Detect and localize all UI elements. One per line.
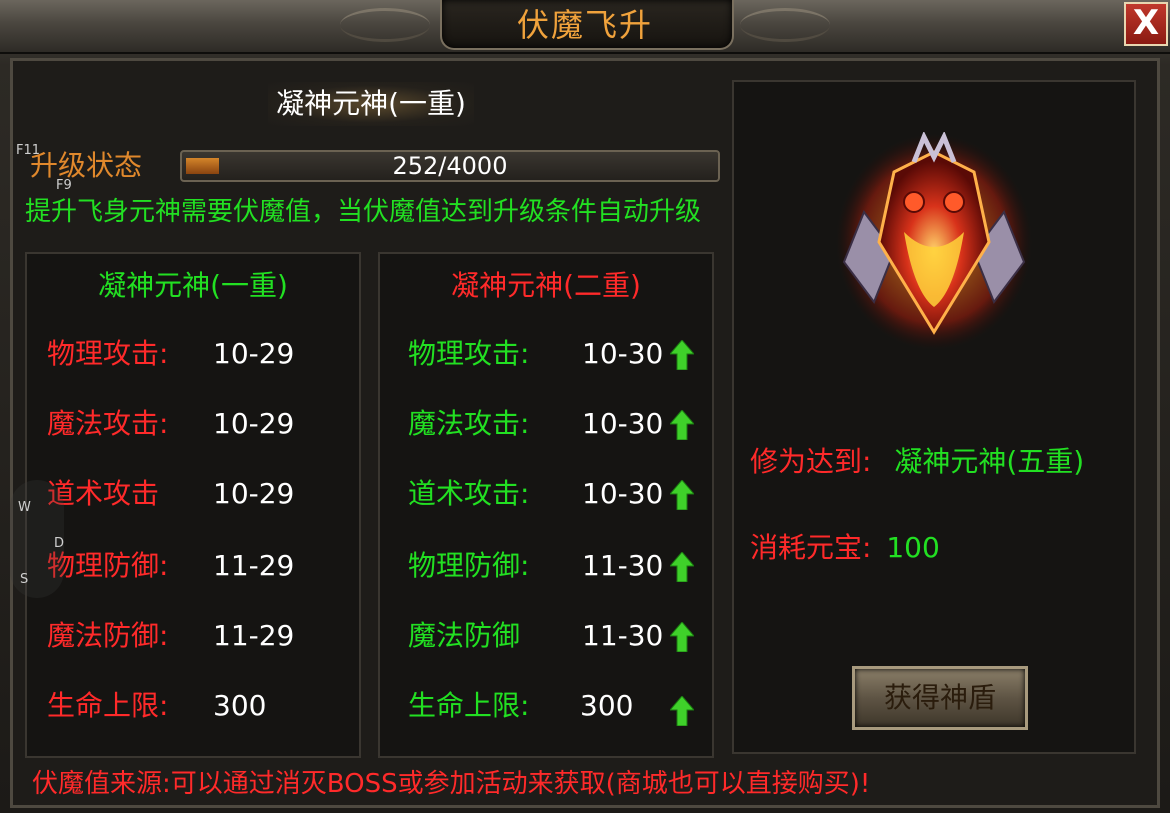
hotkey-w: W [18,500,31,515]
stat-value: 11-29 [213,549,295,582]
divine-shield-icon [836,132,1032,350]
progress-text: 252/4000 [392,152,508,180]
stat-row: 魔法攻击: 10-30 [380,402,712,446]
title-ornament-right [740,8,830,42]
hotkey-f11: F11 [16,143,41,158]
up-arrow-icon [670,622,694,652]
next-panel-title: 凝神元神(二重) [451,269,641,302]
up-arrow-icon [670,340,694,370]
stat-value: 11-30 [582,549,664,582]
stat-label: 道术攻击: [408,477,530,510]
stat-label: 魔法防御 [408,619,521,652]
stat-value: 10-29 [213,337,295,370]
progress-bar: 252/4000 [180,150,720,182]
requirement-row: 修为达到: 凝神元神(五重) [750,440,1084,484]
stat-label: 魔法攻击: [47,407,169,440]
stat-label: 魔法防御: [47,619,169,652]
stat-label: 生命上限: [47,689,169,722]
stat-label: 生命上限: [408,689,530,722]
cost-row: 消耗元宝: 100 [750,526,940,570]
stat-label: 魔法攻击: [408,407,530,440]
stat-row: 物理攻击: 10-29 [27,332,359,376]
up-arrow-icon [670,410,694,440]
requirement-label: 修为达到: [750,445,872,478]
title-ornament-left [340,8,430,42]
stat-row: 物理防御: 11-30 [380,544,712,588]
level-title: 凝神元神(一重) [268,82,474,126]
stat-row: 魔法防御 11-30 [380,614,712,658]
cost-label: 消耗元宝: [750,531,872,564]
stat-row: 物理防御: 11-29 [27,544,359,588]
stat-value: 10-29 [213,477,295,510]
stat-row: 物理攻击: 10-30 [380,332,712,376]
next-level-panel: 凝神元神(二重) 物理攻击: 10-30 魔法攻击: 10-30 道术攻击: 1… [378,252,714,758]
reward-panel: 修为达到: 凝神元神(五重) 消耗元宝: 100 获得神盾 [732,80,1136,754]
stat-value: 10-30 [582,337,664,370]
upgrade-tip: 提升飞身元神需要伏魔值，当伏魔值达到升级条件自动升级 [25,197,702,227]
stat-row: 道术攻击 10-29 [27,472,359,516]
stat-value: 11-29 [213,619,295,652]
stat-label: 物理防御: [47,549,169,582]
stat-value: 300 [213,689,267,722]
stat-row: 生命上限: 300 [27,684,359,728]
current-panel-title: 凝神元神(一重) [98,269,288,302]
stat-row: 道术攻击: 10-30 [380,472,712,516]
stat-value: 10-30 [582,407,664,440]
stat-label: 物理攻击: [408,337,530,370]
get-shield-button[interactable]: 获得神盾 [852,666,1028,730]
stat-row: 魔法攻击: 10-29 [27,402,359,446]
hotkey-f9: F9 [56,178,72,193]
current-level-panel: 凝神元神(一重) 物理攻击: 10-29 魔法攻击: 10-29 道术攻击 10… [25,252,361,758]
stat-label: 物理防御: [408,549,530,582]
cost-value: 100 [886,531,940,564]
stat-value: 10-29 [213,407,295,440]
up-arrow-icon [670,696,694,726]
footer-note: 伏魔值来源:可以通过消灭BOSS或参加活动来获取(商城也可以直接购买)! [32,769,871,799]
close-button[interactable]: X [1124,2,1168,46]
up-arrow-icon [670,480,694,510]
hotkey-s: S [20,572,29,587]
stat-value: 10-30 [582,477,664,510]
window-title: 伏魔飞升 [516,6,653,44]
status-label: 升级状态 [30,149,143,182]
stat-value: 11-30 [582,619,664,652]
requirement-value: 凝神元神(五重) [894,445,1085,478]
stat-label: 物理攻击: [47,337,169,370]
stat-row: 魔法防御: 11-29 [27,614,359,658]
stat-row: 生命上限: 300 [380,684,712,728]
stat-value: 300 [580,689,634,722]
hotkey-d: D [54,536,65,551]
up-arrow-icon [670,552,694,582]
